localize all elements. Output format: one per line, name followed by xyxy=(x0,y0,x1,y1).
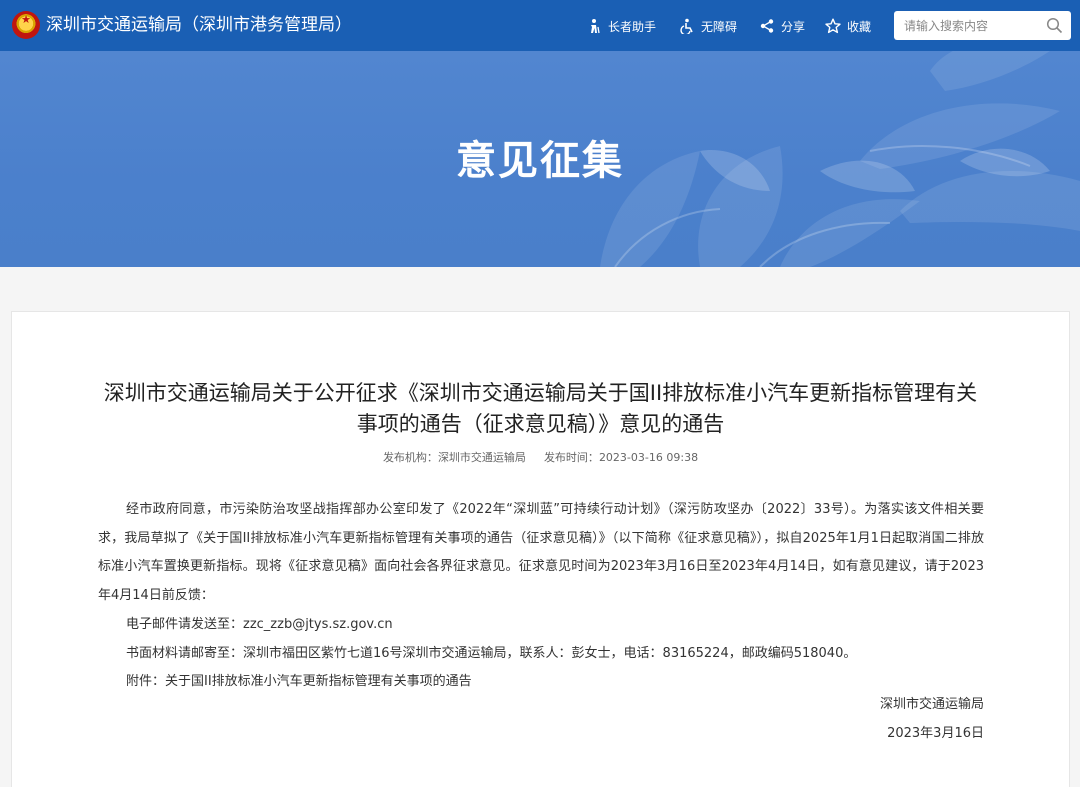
publisher-info: 发布机构：深圳市交通运输局 xyxy=(383,451,526,464)
share-icon xyxy=(760,19,774,33)
email-line: 电子邮件请发送至：zzc_zzb@jtys.sz.gov.cn xyxy=(126,616,393,632)
share-button[interactable]: 分享 xyxy=(759,17,805,35)
accessibility-icon xyxy=(680,18,693,34)
elder-assist-icon xyxy=(591,19,600,34)
publish-time-label: 发布时间： xyxy=(543,451,599,464)
attachment-link[interactable]: 附件：关于国II排放标准小汽车更新指标管理有关事项的通告 xyxy=(98,668,984,697)
favorite-button[interactable]: 收藏 xyxy=(825,17,871,35)
publish-time-value: 2023-03-16 09:38 xyxy=(598,451,699,464)
publisher-label: 发布机构： xyxy=(382,451,438,464)
favorite-label: 收藏 xyxy=(847,19,872,34)
article-paragraph: 经市政府同意，市污染防治攻坚战指挥部办公室印发了《2022年“深圳蓝”可持续行动… xyxy=(98,502,984,604)
site-title[interactable]: 深圳市交通运输局（深圳市港务管理局） xyxy=(46,14,352,36)
search-icon[interactable] xyxy=(1046,17,1063,34)
national-emblem-logo[interactable] xyxy=(12,11,40,39)
top-header: 深圳市交通运输局（深圳市港务管理局） 长者助手 无障碍 分享 收藏 xyxy=(0,0,1080,51)
accessibility-button[interactable]: 无障碍 xyxy=(679,17,737,35)
search-box xyxy=(894,11,1071,40)
star-icon xyxy=(825,18,841,34)
article-title: 深圳市交通运输局关于公开征求《深圳市交通运输局关于国II排放标准小汽车更新指标管… xyxy=(11,378,1070,440)
accessibility-label: 无障碍 xyxy=(701,19,738,34)
mail-line: 书面材料请邮寄至：深圳市福田区紫竹七道16号深圳市交通运输局，联系人：彭女士，电… xyxy=(126,645,857,661)
share-label: 分享 xyxy=(781,19,806,34)
publish-time-info: 发布时间：2023-03-16 09:38 xyxy=(544,451,698,464)
signature-org: 深圳市交通运输局 xyxy=(879,697,984,712)
search-input[interactable] xyxy=(894,11,1044,40)
article-meta: 发布机构：深圳市交通运输局 发布时间：2023-03-16 09:38 xyxy=(11,450,1070,466)
banner-title: 意见征集 xyxy=(456,138,624,184)
signature-date: 2023年3月16日 xyxy=(887,726,984,741)
elder-assist-label: 长者助手 xyxy=(608,19,657,34)
article-body: 经市政府同意，市污染防治攻坚战指挥部办公室印发了《2022年“深圳蓝”可持续行动… xyxy=(98,496,984,697)
banner: 意见征集 xyxy=(0,51,1080,267)
article-title-line-2: 事项的通告（征求意见稿）》意见的通告 xyxy=(356,412,725,436)
publisher-value: 深圳市交通运输局 xyxy=(437,451,526,464)
elder-assist-button[interactable]: 长者助手 xyxy=(586,17,656,35)
article-title-line-1: 深圳市交通运输局关于公开征求《深圳市交通运输局关于国II排放标准小汽车更新指标管… xyxy=(103,381,978,405)
